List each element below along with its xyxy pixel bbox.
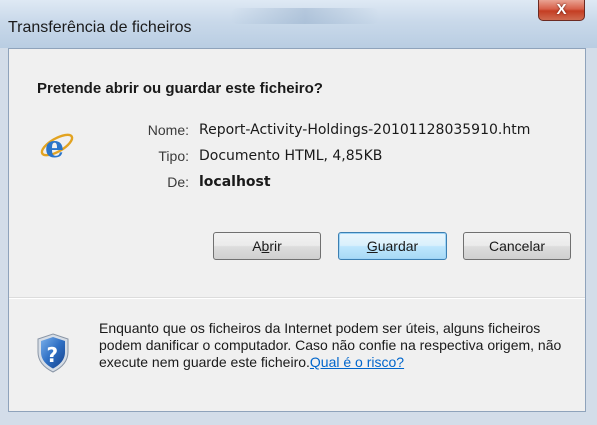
open-button[interactable]: Abrir: [213, 232, 321, 260]
section-divider: [9, 297, 585, 299]
save-button[interactable]: Guardar: [338, 232, 447, 260]
save-button-label-end: uardar: [377, 238, 419, 254]
open-button-label-start: A: [252, 238, 262, 254]
title-bar[interactable]: Transferência de ficheiros X: [0, 0, 597, 48]
save-button-accelerator: G: [366, 238, 378, 254]
file-info-section: Pretende abrir ou guardar este ficheiro?…: [9, 49, 585, 297]
file-source-value: localhost: [199, 174, 271, 190]
from-label: De:: [167, 174, 189, 190]
cancel-button[interactable]: Cancelar: [463, 232, 571, 260]
open-button-label-end: rir: [269, 238, 282, 254]
file-type-value: Documento HTML, 4,85KB: [199, 148, 383, 164]
svg-text:e: e: [45, 130, 64, 162]
internet-explorer-icon: e: [40, 130, 74, 162]
dialog-body: Pretende abrir ou guardar este ficheiro?…: [8, 48, 586, 412]
svg-text:?: ?: [47, 343, 59, 367]
type-label: Tipo:: [158, 148, 189, 164]
risk-help-link[interactable]: Qual é o risco?: [310, 354, 404, 370]
security-shield-help-icon: ?: [37, 333, 69, 373]
dialog-heading: Pretende abrir ou guardar este ficheiro?: [37, 80, 323, 97]
close-icon: X: [556, 1, 567, 18]
close-button[interactable]: X: [538, 0, 585, 21]
title-bar-glass-reflection: [230, 8, 380, 24]
security-warning-text: Enquanto que os ficheiros da Internet po…: [99, 320, 569, 371]
file-name-value: Report-Activity-Holdings-20101128035910.…: [199, 122, 531, 138]
name-label: Nome:: [147, 122, 189, 138]
window-title: Transferência de ficheiros: [8, 19, 192, 36]
